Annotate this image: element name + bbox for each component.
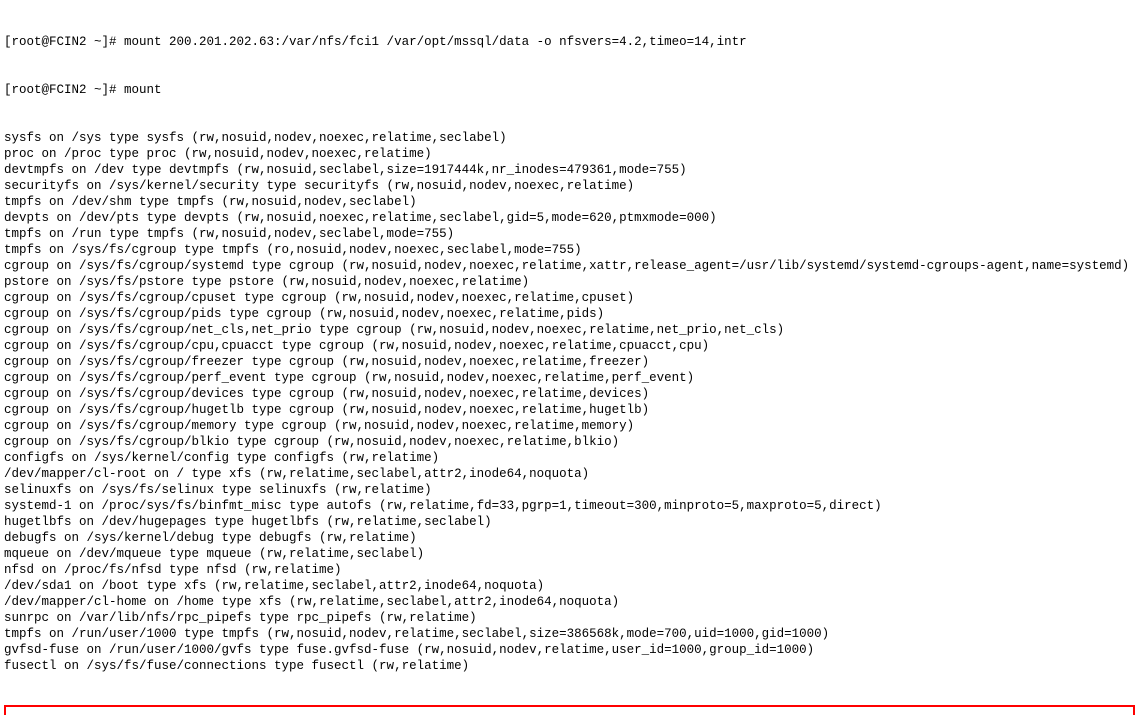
mount-line: cgroup on /sys/fs/cgroup/net_cls,net_pri… [4, 322, 1135, 338]
mount-line: tmpfs on /sys/fs/cgroup type tmpfs (ro,n… [4, 242, 1135, 258]
mount-line: tmpfs on /dev/shm type tmpfs (rw,nosuid,… [4, 194, 1135, 210]
mount-line: systemd-1 on /proc/sys/fs/binfmt_misc ty… [4, 498, 1135, 514]
highlighted-mount-entry: 200.201.202.63:/var/nfs/fci1 on /var/opt… [4, 705, 1135, 715]
mount-line: /dev/mapper/cl-home on /home type xfs (r… [4, 594, 1135, 610]
mount-line: /dev/mapper/cl-root on / type xfs (rw,re… [4, 466, 1135, 482]
mount-line: cgroup on /sys/fs/cgroup/pids type cgrou… [4, 306, 1135, 322]
mount-line: cgroup on /sys/fs/cgroup/hugetlb type cg… [4, 402, 1135, 418]
mount-line: tmpfs on /run/user/1000 type tmpfs (rw,n… [4, 626, 1135, 642]
mount-line: cgroup on /sys/fs/cgroup/systemd type cg… [4, 258, 1135, 274]
mount-line: cgroup on /sys/fs/cgroup/freezer type cg… [4, 354, 1135, 370]
mount-line: devpts on /dev/pts type devpts (rw,nosui… [4, 210, 1135, 226]
mount-line: devtmpfs on /dev type devtmpfs (rw,nosui… [4, 162, 1135, 178]
mount-line: cgroup on /sys/fs/cgroup/cpu,cpuacct typ… [4, 338, 1135, 354]
mount-line: fusectl on /sys/fs/fuse/connections type… [4, 658, 1135, 674]
mount-line: pstore on /sys/fs/pstore type pstore (rw… [4, 274, 1135, 290]
mount-line: cgroup on /sys/fs/cgroup/cpuset type cgr… [4, 290, 1135, 306]
mount-line: cgroup on /sys/fs/cgroup/blkio type cgro… [4, 434, 1135, 450]
mount-line: configfs on /sys/kernel/config type conf… [4, 450, 1135, 466]
mount-line: sysfs on /sys type sysfs (rw,nosuid,node… [4, 130, 1135, 146]
mount-line: mqueue on /dev/mqueue type mqueue (rw,re… [4, 546, 1135, 562]
terminal-output[interactable]: [root@FCIN2 ~]# mount 200.201.202.63:/va… [0, 0, 1139, 715]
mount-output: sysfs on /sys type sysfs (rw,nosuid,node… [4, 130, 1135, 674]
mount-line: tmpfs on /run type tmpfs (rw,nosuid,node… [4, 226, 1135, 242]
mount-line: cgroup on /sys/fs/cgroup/perf_event type… [4, 370, 1135, 386]
mount-line: selinuxfs on /sys/fs/selinux type selinu… [4, 482, 1135, 498]
mount-line: cgroup on /sys/fs/cgroup/memory type cgr… [4, 418, 1135, 434]
mount-line: securityfs on /sys/kernel/security type … [4, 178, 1135, 194]
command-line-2: [root@FCIN2 ~]# mount [4, 82, 1135, 98]
mount-line: cgroup on /sys/fs/cgroup/devices type cg… [4, 386, 1135, 402]
mount-line: gvfsd-fuse on /run/user/1000/gvfs type f… [4, 642, 1135, 658]
mount-line: nfsd on /proc/fs/nfsd type nfsd (rw,rela… [4, 562, 1135, 578]
mount-line: debugfs on /sys/kernel/debug type debugf… [4, 530, 1135, 546]
mount-line: proc on /proc type proc (rw,nosuid,nodev… [4, 146, 1135, 162]
mount-line: /dev/sda1 on /boot type xfs (rw,relatime… [4, 578, 1135, 594]
mount-line: hugetlbfs on /dev/hugepages type hugetlb… [4, 514, 1135, 530]
mount-line: sunrpc on /var/lib/nfs/rpc_pipefs type r… [4, 610, 1135, 626]
command-line-1: [root@FCIN2 ~]# mount 200.201.202.63:/va… [4, 34, 1135, 50]
